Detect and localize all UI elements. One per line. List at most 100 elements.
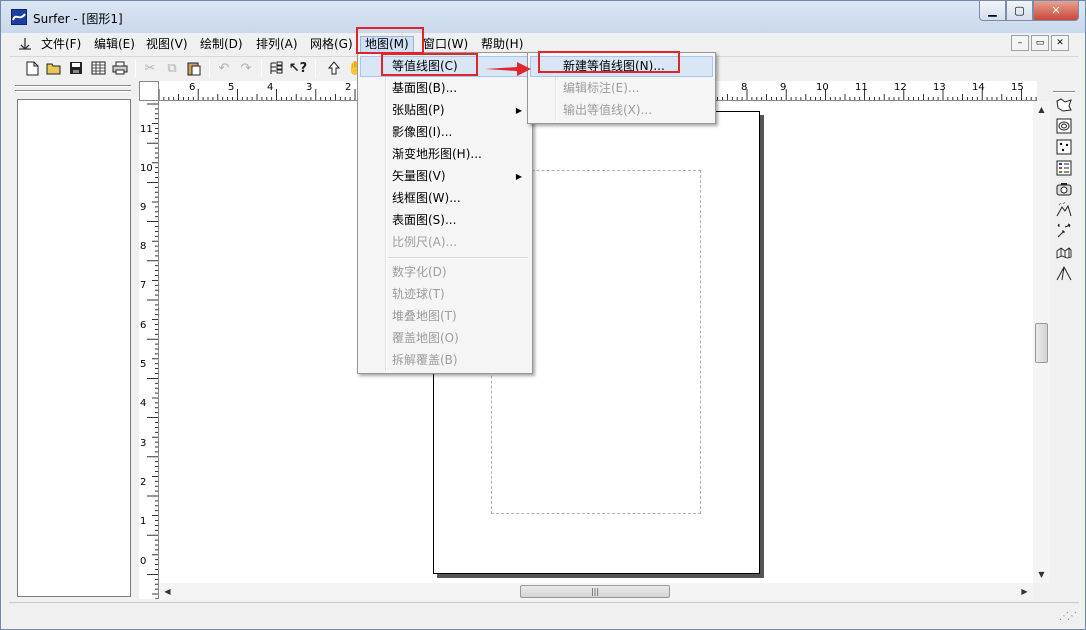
redo-icon[interactable]: ↷ [237,59,255,77]
ruler-h-label: 13 [933,82,946,93]
ruler-v-label: 10 [140,163,153,174]
close-button[interactable]: ✕ [1033,1,1079,21]
object-manager-panel [9,81,135,601]
menu-item-label: 基面图(B)... [392,81,458,95]
mdi-close-button[interactable]: ✕ [1051,35,1069,51]
menu-item-shaded-relief[interactable]: 渐变地形图(H)... [360,144,530,165]
ruler-v-label: 7 [140,280,147,291]
menu-item-scale-bar[interactable]: 比例尺(A)... [360,232,530,253]
menu-item-surface[interactable]: 表面图(S)... [360,210,530,231]
ruler-h-label: 6 [189,82,196,93]
open-folder-icon[interactable] [45,59,63,77]
plot-canvas[interactable] [159,101,1033,583]
menu-item-trackball[interactable]: 轨迹球(T) [360,284,530,305]
menu-map[interactable]: 地图(M) [360,36,414,53]
ruler-v-label: 1 [140,516,147,527]
contour-submenu: 新建等值线图(N)... 编辑标注(E)... 输出等值线(X)... [527,52,716,124]
post-map-icon[interactable] [1053,137,1075,157]
ruler-h-label: 9 [780,82,787,93]
window-title: Surfer - [图形1] [33,12,123,26]
mdi-minimize-button[interactable]: – [1011,35,1029,51]
wireframe-icon[interactable] [1053,242,1075,262]
select-arrow-icon[interactable] [325,59,343,77]
menu-item-overlay-maps[interactable]: 覆盖地图(O) [360,328,530,349]
menu-item-label: 张贴图(P) [392,103,445,117]
menu-edit[interactable]: 编辑(E) [90,36,139,53]
ruler-v-label: 3 [140,438,147,449]
menu-item-new-contour-map[interactable]: 新建等值线图(N)... [530,56,713,77]
menu-file[interactable]: 文件(F) [37,36,85,53]
shaded-relief-icon[interactable] [1053,200,1075,220]
ruler-h-label: 8 [741,82,748,93]
vector-map-icon[interactable] [1053,221,1075,241]
menu-item-edit-labels[interactable]: 编辑标注(E)... [530,78,713,99]
menu-item-label: 输出等值线(X)... [563,103,653,117]
copy-icon[interactable]: ⧉ [163,59,181,77]
worksheet-icon[interactable] [89,59,107,77]
menu-grid[interactable]: 网格(G) [306,36,357,53]
menu-window[interactable]: 窗口(W) [419,36,472,53]
menu-item-post-map[interactable]: 张贴图(P) ▶ [360,100,530,121]
menu-item-stack-maps[interactable]: 堆叠地图(T) [360,306,530,327]
scroll-left-arrow-icon[interactable]: ◀ [159,583,176,600]
menu-help[interactable]: 帮助(H) [477,36,527,53]
save-icon[interactable] [67,59,85,77]
horizontal-scrollbar[interactable]: ◀ ||| ▶ [159,583,1033,600]
map-toolbar [1051,89,1077,289]
menu-item-vector-map[interactable]: 矢量图(V) ▶ [360,166,530,187]
ruler-h-label: 10 [816,82,829,93]
menu-view[interactable]: 视图(V) [142,36,192,53]
ruler-v-label: 4 [140,398,147,409]
ruler-v-label: 11 [140,124,153,135]
ruler-h-label: 5 [228,82,235,93]
object-manager-icon[interactable] [267,59,285,77]
ruler-v-label: 8 [140,241,147,252]
mdi-restore-button[interactable]: ▭ [1031,35,1049,51]
print-icon[interactable] [111,59,129,77]
object-manager-list[interactable] [17,99,131,597]
menu-separator [388,257,528,259]
menu-item-label: 轨迹球(T) [392,287,445,301]
maximize-button[interactable]: ▢ [1006,1,1033,21]
title-bar: Surfer - [图形1] ▁ ▢ ✕ [1,1,1085,33]
base-map-icon[interactable] [1053,95,1075,115]
image-map-icon[interactable] [1053,179,1075,199]
contour-map-icon[interactable] [1053,116,1075,136]
resize-grip-icon[interactable]: ⋰⋰ [1059,611,1077,622]
ruler-v-label: 0 [140,556,147,567]
ruler-v-label: 2 [140,477,147,488]
horizontal-scroll-thumb[interactable]: ||| [520,585,670,598]
menu-item-label: 堆叠地图(T) [392,309,457,323]
vertical-scrollbar[interactable]: ▲ ▼ [1033,101,1050,583]
surface-icon[interactable] [1053,263,1075,283]
document-system-menu-icon[interactable] [17,36,33,52]
undo-icon[interactable]: ↶ [215,59,233,77]
cut-icon[interactable]: ✂ [141,59,159,77]
menu-item-base-map[interactable]: 基面图(B)... [360,78,530,99]
surfer-app-icon [11,9,27,25]
menu-item-export-contours[interactable]: 输出等值线(X)... [530,100,713,121]
menu-arrange[interactable]: 排列(A) [252,36,302,53]
vertical-scroll-thumb[interactable] [1035,323,1048,363]
menu-item-break-apart-overlay[interactable]: 拆解覆盖(B) [360,350,530,371]
menu-item-image-map[interactable]: 影像图(I)... [360,122,530,143]
menu-item-label: 等值线图(C) [392,59,458,73]
ruler-v-label: 5 [140,359,147,370]
scroll-up-arrow-icon[interactable]: ▲ [1033,101,1050,118]
ruler-h-label: 11 [855,82,868,93]
menu-item-wireframe[interactable]: 线框图(W)... [360,188,530,209]
minimize-button[interactable]: ▁ [979,1,1006,21]
scroll-down-arrow-icon[interactable]: ▼ [1033,566,1050,583]
ruler-v-label: 9 [140,202,147,213]
classed-post-map-icon[interactable] [1053,158,1075,178]
new-file-icon[interactable] [23,59,41,77]
ruler-h-label: 12 [894,82,907,93]
ruler-corner [139,81,159,101]
paste-icon[interactable] [185,59,203,77]
scroll-right-arrow-icon[interactable]: ▶ [1016,583,1033,600]
context-help-icon[interactable]: ↖? [289,59,307,77]
annotation-arrow-icon [485,62,531,76]
menu-item-digitize[interactable]: 数字化(D) [360,262,530,283]
menu-draw[interactable]: 绘制(D) [196,36,247,53]
menu-item-label: 矢量图(V) [392,169,446,183]
